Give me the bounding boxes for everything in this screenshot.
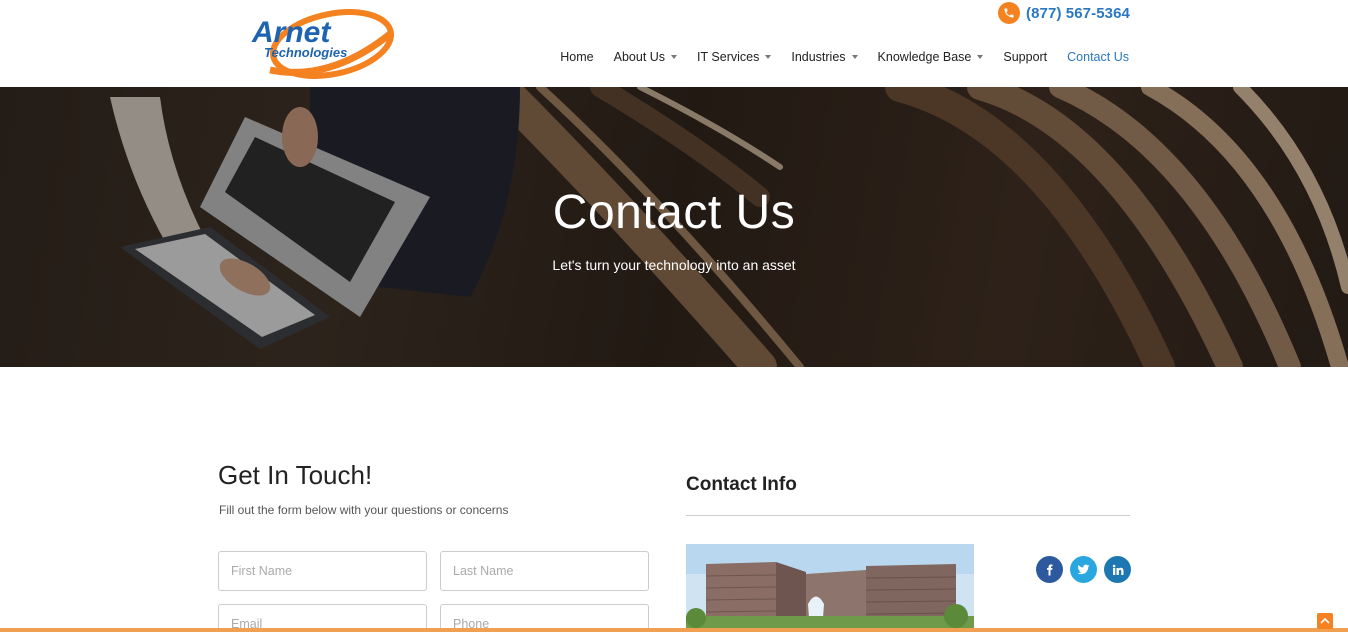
last-name-field[interactable] (440, 551, 649, 591)
nav-label: About Us (613, 50, 666, 64)
nav-item-contact-us[interactable]: Contact Us (1057, 50, 1129, 64)
bottom-accent-bar (0, 628, 1348, 632)
nav-label: Knowledge Base (877, 50, 972, 64)
first-name-field[interactable] (218, 551, 427, 591)
hero-title: Contact Us (552, 186, 796, 239)
form-subtitle: Fill out the form below with your questi… (219, 503, 509, 517)
nav-label: Industries (791, 50, 846, 64)
nav-item-industries[interactable]: Industries (781, 50, 867, 64)
nav-label: Contact Us (1067, 50, 1129, 64)
facebook-icon[interactable] (1036, 556, 1063, 583)
social-links (1036, 556, 1131, 583)
nav-label: Home (560, 50, 594, 64)
linkedin-icon[interactable] (1104, 556, 1131, 583)
nav-item-about-us[interactable]: About Us (604, 50, 687, 64)
hero-banner: Contact Us Let's turn your technology in… (0, 87, 1348, 367)
main-nav: Home About Us IT Services Industries Kno… (550, 50, 1129, 64)
caret-down-icon (977, 55, 984, 59)
site-header: Arnet Technologies (877) 567-5364 Home A… (0, 0, 1348, 87)
logo-word2: Technologies (264, 45, 347, 60)
scroll-to-top-button[interactable] (1317, 613, 1333, 629)
contact-info-title: Contact Info (686, 474, 797, 495)
nav-label: Support (1003, 50, 1048, 64)
nav-label: IT Services (697, 50, 760, 64)
header-phone[interactable]: (877) 567-5364 (998, 2, 1130, 24)
office-building-image (686, 544, 974, 632)
nav-item-support[interactable]: Support (993, 50, 1057, 64)
form-title: Get In Touch! (218, 460, 373, 490)
phone-icon (998, 2, 1021, 24)
phone-number[interactable]: (877) 567-5364 (1026, 5, 1130, 22)
hero-subtitle: Let's turn your technology into an asset (552, 257, 796, 273)
nav-item-knowledge-base[interactable]: Knowledge Base (868, 50, 994, 64)
caret-down-icon (851, 55, 858, 59)
chevron-up-icon (1320, 617, 1330, 624)
nav-item-home[interactable]: Home (550, 50, 603, 64)
twitter-icon[interactable] (1070, 556, 1097, 583)
caret-down-icon (671, 55, 678, 59)
nav-item-it-services[interactable]: IT Services (687, 50, 781, 64)
divider (686, 515, 1130, 516)
arnet-logo[interactable]: Arnet Technologies (250, 4, 396, 80)
caret-down-icon (765, 55, 772, 59)
